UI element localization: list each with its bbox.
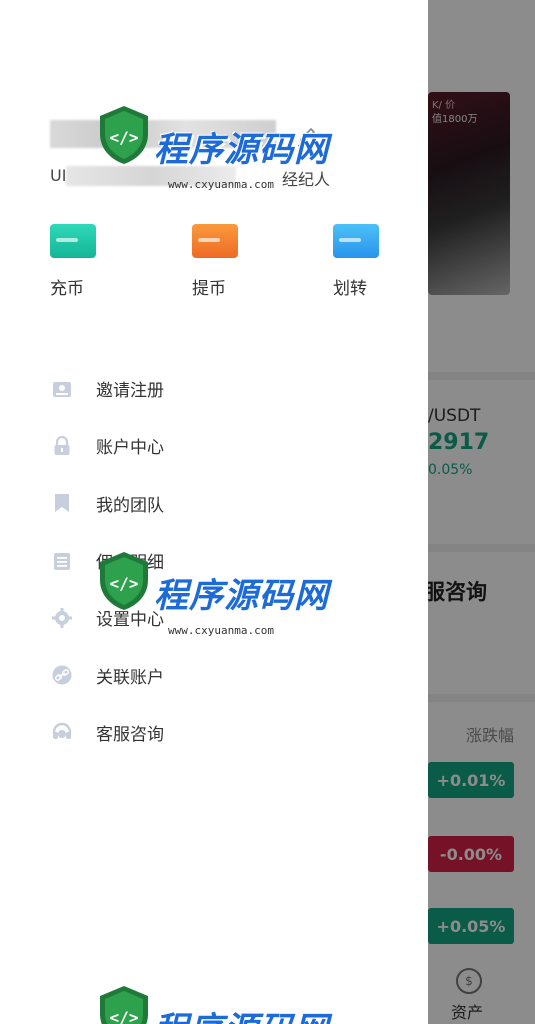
- menu-label: 关联账户: [96, 667, 164, 688]
- card-icon: [192, 224, 238, 258]
- list-icon: [50, 549, 74, 573]
- menu-label: 客服咨询: [96, 724, 164, 745]
- uid-value-blurred: [66, 166, 236, 186]
- uid-label: UI: [50, 166, 67, 185]
- drawer-overlay[interactable]: [428, 0, 535, 1024]
- menu-item-account-center[interactable]: 账户中心: [50, 417, 390, 474]
- user-name-blurred: [50, 120, 276, 148]
- menu-item-settings[interactable]: 设置中心: [50, 589, 390, 646]
- deposit-button[interactable]: 充币: [50, 224, 110, 299]
- menu-item-commission[interactable]: 佣金明细: [50, 532, 390, 589]
- deposit-label: 充币: [50, 279, 84, 299]
- link-icon: [50, 663, 74, 687]
- menu-label: 账户中心: [96, 438, 164, 459]
- card-icon: [50, 224, 96, 258]
- card-icon: [333, 224, 379, 258]
- role-label: 经纪人: [282, 170, 331, 189]
- bookmark-icon: [50, 491, 74, 515]
- side-drawer: UI 经纪人 充币 提币 划转 邀请注册 账户中心 我的团队 佣金明细 设置中心…: [0, 0, 428, 1024]
- menu-item-linked-account[interactable]: 关联账户: [50, 646, 390, 703]
- menu-label: 邀请注册: [96, 381, 164, 402]
- menu-label: 佣金明细: [96, 553, 164, 574]
- headset-icon: [50, 720, 74, 744]
- transfer-button[interactable]: 划转: [333, 224, 393, 299]
- drawer-menu: 邀请注册 账户中心 我的团队 佣金明细 设置中心 关联账户 客服咨询: [50, 360, 390, 761]
- withdraw-button[interactable]: 提币: [192, 224, 252, 299]
- menu-item-my-team[interactable]: 我的团队: [50, 475, 390, 532]
- menu-item-customer-service[interactable]: 客服咨询: [50, 704, 390, 761]
- id-card-icon: [50, 377, 74, 401]
- menu-label: 设置中心: [96, 610, 164, 631]
- menu-item-invite[interactable]: 邀请注册: [50, 360, 390, 417]
- lock-icon: [50, 434, 74, 458]
- edit-icon[interactable]: [294, 122, 320, 148]
- transfer-label: 划转: [333, 279, 367, 299]
- gear-icon: [50, 606, 74, 630]
- menu-label: 我的团队: [96, 495, 164, 516]
- withdraw-label: 提币: [192, 279, 226, 299]
